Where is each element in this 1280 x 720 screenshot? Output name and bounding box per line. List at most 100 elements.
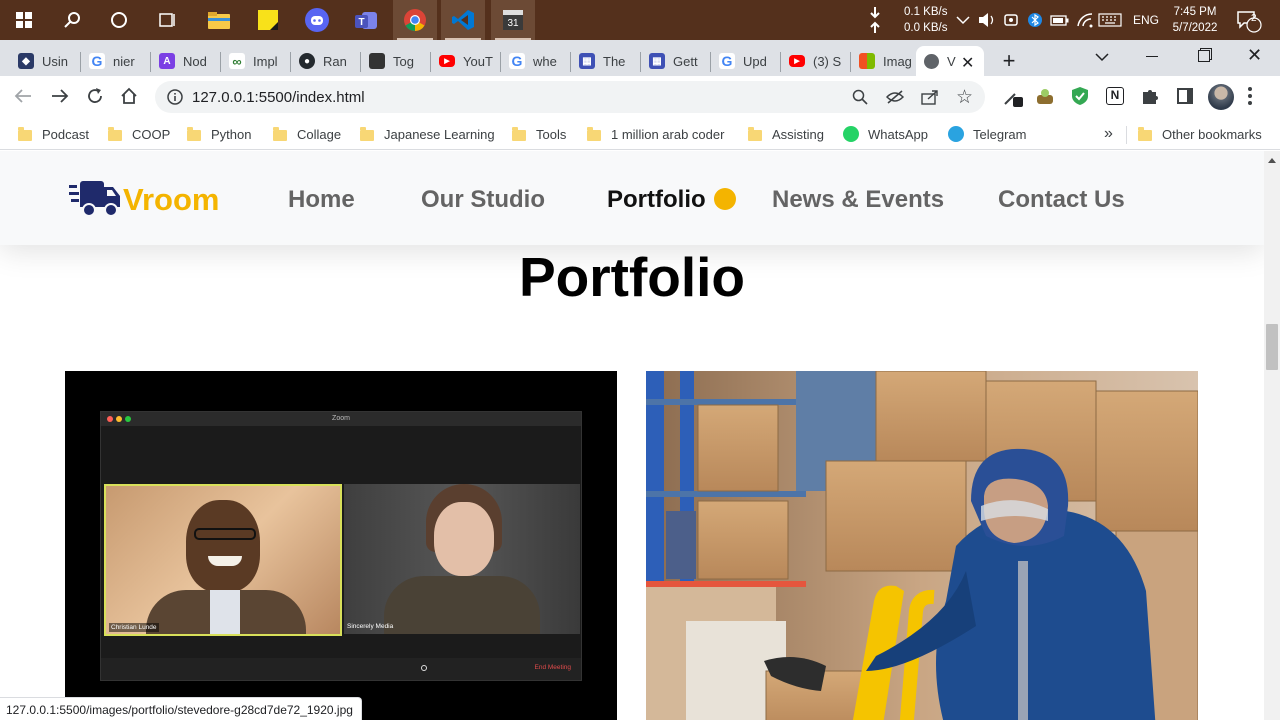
share-icon[interactable] [921, 89, 939, 110]
back-button[interactable] [14, 88, 32, 109]
folder-icon [587, 126, 601, 141]
bluetooth-icon[interactable] [1028, 0, 1042, 40]
browser-tab[interactable]: ▦ The [571, 46, 636, 76]
tab-title: Impl [253, 53, 278, 69]
address-bar[interactable]: 127.0.0.1:5500/index.html ☆ [155, 81, 985, 113]
bookmark-item[interactable]: Python [187, 124, 251, 144]
notifications-icon[interactable]: 2 [1236, 0, 1262, 40]
cortana-icon[interactable] [97, 0, 141, 40]
bookmark-item[interactable]: Podcast [18, 124, 89, 144]
zoom-icon[interactable] [852, 89, 868, 110]
language-indicator[interactable]: ENG [1133, 0, 1159, 40]
side-panel-icon[interactable] [1177, 88, 1193, 104]
vscode-icon[interactable] [441, 0, 485, 40]
browser-tab[interactable]: ∞ Impl [221, 46, 286, 76]
search-icon[interactable] [50, 0, 94, 40]
bookmark-item[interactable]: Tools [512, 124, 566, 144]
browser-tab[interactable]: ◆ Usin [10, 46, 75, 76]
folder-icon [187, 126, 201, 141]
forward-button[interactable] [51, 88, 69, 109]
nav-contact-us[interactable]: Contact Us [998, 186, 1125, 214]
task-view-icon[interactable] [145, 0, 189, 40]
reload-button[interactable] [86, 87, 104, 110]
record-icon [421, 665, 427, 671]
wifi-icon[interactable] [1076, 0, 1094, 40]
minimize-window-button[interactable] [1146, 56, 1158, 57]
chrome-menu-icon[interactable] [1248, 87, 1252, 107]
chrome-icon[interactable] [393, 0, 437, 40]
browser-tab[interactable]: ▦ Gett [641, 46, 706, 76]
bookmark-label: WhatsApp [868, 126, 928, 142]
browser-tab-active[interactable]: V ✕ [916, 46, 984, 76]
volume-icon[interactable] [978, 0, 996, 40]
notion-icon[interactable]: N [1106, 87, 1124, 105]
video-editor-icon[interactable]: 31 [491, 0, 535, 40]
extension-plant-icon[interactable] [1035, 86, 1055, 111]
browser-tab[interactable]: ▶ YouT [431, 46, 496, 76]
browser-tab[interactable]: Tog [361, 46, 426, 76]
camera-icon[interactable] [1003, 0, 1019, 40]
clock-time: 7:45 PM [1173, 6, 1217, 18]
teams-icon[interactable]: T [344, 0, 388, 40]
battery-icon[interactable] [1050, 0, 1070, 40]
home-button[interactable] [120, 87, 138, 110]
bookmark-item[interactable]: Japanese Learning [360, 124, 495, 144]
bookmark-item[interactable]: COOP [108, 124, 170, 144]
portfolio-image-warehouse-worker[interactable] [646, 371, 1198, 720]
truck-logo-icon[interactable] [69, 179, 121, 222]
avatar-icon [369, 53, 385, 69]
bookmark-label: Tools [536, 126, 567, 142]
extension-shield-icon[interactable] [1071, 86, 1089, 111]
tab-strip: ◆ Usin Gnier A Nod ∞ Impl ● Ran Tog ▶ YouT Gw… [0, 40, 1280, 76]
site-logo[interactable]: Vroom [123, 182, 219, 218]
nav-portfolio[interactable]: Portfolio [607, 186, 706, 214]
browser-tab[interactable]: Imag [851, 46, 916, 76]
browser-tab[interactable]: Gwhe [501, 46, 566, 76]
portfolio-image-zoom-call[interactable]: Zoom Christian Lunde Sincerely Media End… [65, 371, 617, 720]
nav-our-studio[interactable]: Our Studio [421, 186, 545, 214]
bookmark-item[interactable]: 1 million arab coder [587, 124, 724, 144]
bookmark-item[interactable]: Telegram [948, 124, 1026, 144]
windows-start-icon[interactable] [2, 0, 46, 40]
close-tab-icon[interactable]: ✕ [961, 53, 974, 73]
scrollbar-thumb[interactable] [1266, 324, 1278, 370]
bookmarks-overflow-button[interactable]: » [1104, 124, 1113, 144]
extensions-puzzle-icon[interactable] [1141, 87, 1159, 110]
close-window-button[interactable]: ✕ [1247, 45, 1262, 66]
keyboard-icon[interactable] [1098, 0, 1122, 40]
tab-title: Upd [743, 53, 767, 69]
tab-search-chevron-icon[interactable] [1094, 50, 1110, 68]
page-viewport: Vroom Home Our Studio Portfolio News & E… [0, 151, 1264, 720]
folder-icon [108, 126, 122, 141]
browser-tab[interactable]: G Upd [711, 46, 776, 76]
nav-home[interactable]: Home [288, 186, 355, 214]
bookmark-star-icon[interactable]: ☆ [956, 86, 973, 109]
sticky-notes-icon[interactable] [246, 0, 290, 40]
tab-title: Tog [393, 53, 414, 69]
discord-icon[interactable] [295, 0, 339, 40]
bookmark-item[interactable]: Assisting [748, 124, 824, 144]
scroll-up-arrow-icon[interactable] [1268, 158, 1276, 163]
new-tab-button[interactable]: + [996, 48, 1022, 74]
browser-tab[interactable]: Gnier [81, 46, 146, 76]
glasses [194, 528, 256, 540]
site-info-icon[interactable] [167, 89, 183, 110]
bookmark-item[interactable]: Collage [273, 124, 341, 144]
eye-off-icon[interactable] [885, 89, 905, 110]
extension-dev-icon[interactable] [1003, 88, 1023, 113]
tab-title: whe [533, 53, 557, 69]
maximize-window-button[interactable] [1198, 50, 1210, 62]
file-explorer-icon[interactable] [197, 0, 241, 40]
bookmark-item[interactable]: WhatsApp [843, 124, 928, 144]
clock-date: 5/7/2022 [1172, 22, 1218, 34]
profile-avatar[interactable] [1208, 84, 1234, 110]
browser-tab[interactable]: ▶ (3) S [781, 46, 846, 76]
show-hidden-icons-chevron-icon[interactable] [956, 0, 970, 40]
nav-news-events[interactable]: News & Events [772, 186, 944, 214]
other-bookmarks[interactable]: Other bookmarks [1138, 124, 1262, 144]
clock[interactable]: 7:45 PM 5/7/2022 [1168, 0, 1222, 40]
browser-tab[interactable]: A Nod [151, 46, 216, 76]
page-scrollbar[interactable] [1264, 151, 1280, 720]
url-text[interactable]: 127.0.0.1:5500/index.html [192, 89, 365, 106]
browser-tab[interactable]: ● Ran [291, 46, 356, 76]
